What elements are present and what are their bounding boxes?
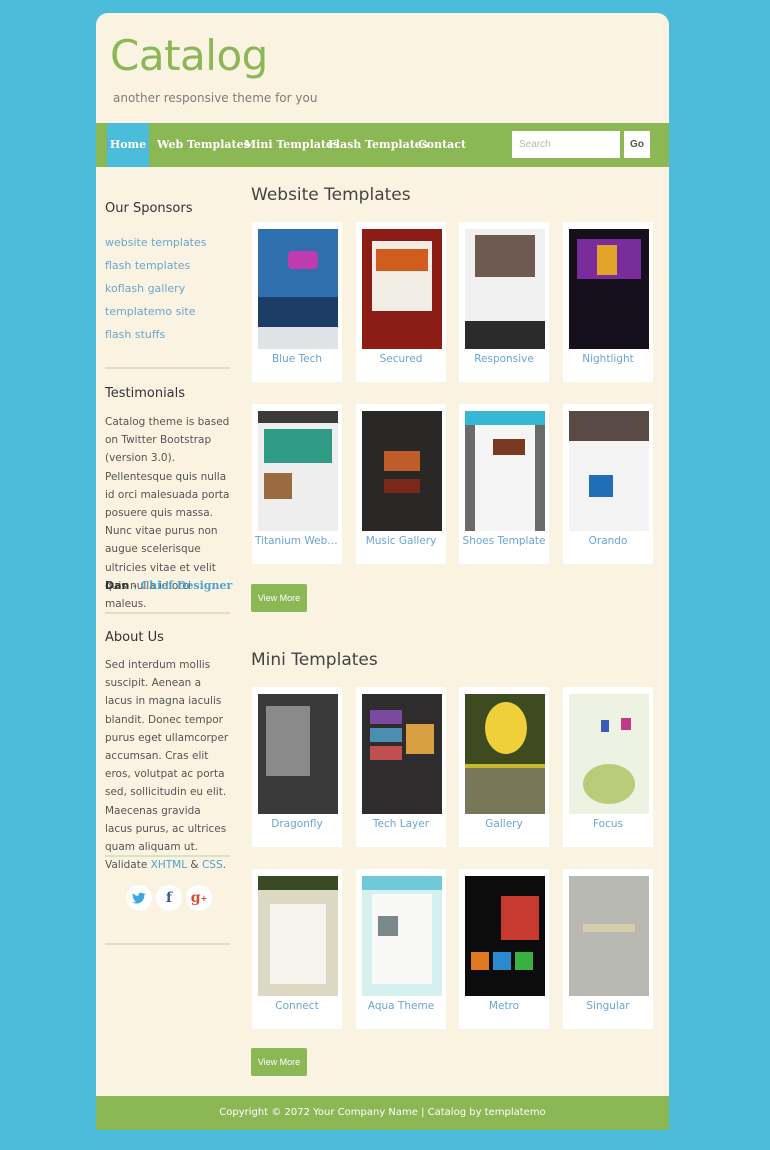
template-card[interactable]: Responsive (459, 222, 549, 382)
template-card[interactable]: Orando (563, 404, 653, 564)
template-thumbnail (465, 694, 545, 814)
xhtml-link[interactable]: XHTML (151, 859, 187, 871)
template-name[interactable]: Titanium Web Te... (252, 535, 342, 547)
nav-flash-templates[interactable]: Flash Templates (328, 123, 428, 167)
template-thumbnail (569, 876, 649, 996)
template-thumbnail (569, 229, 649, 349)
template-name[interactable]: Metro (459, 1000, 549, 1012)
page-container: Catalog another responsive theme for you… (96, 13, 669, 1130)
twitter-icon[interactable] (126, 885, 152, 911)
testimonial-role: Chief Designer (140, 579, 233, 592)
css-link[interactable]: CSS (202, 859, 223, 871)
search-input[interactable] (512, 131, 620, 158)
testimonial-author: Dan (105, 579, 130, 592)
sponsor-link[interactable]: flash stuffs (105, 328, 165, 341)
nav-mini-templates[interactable]: Mini Templates (244, 123, 339, 167)
template-card[interactable]: Tech Layer (356, 687, 446, 847)
template-thumbnail (258, 694, 338, 814)
credit-separator: - (129, 579, 141, 592)
sidebar-divider (105, 367, 230, 369)
template-name[interactable]: Dragonfly (252, 818, 342, 830)
template-thumbnail (258, 229, 338, 349)
template-card[interactable]: Connect (252, 869, 342, 1029)
template-card[interactable]: Gallery (459, 687, 549, 847)
template-thumbnail (465, 411, 545, 531)
template-name[interactable]: Singular (563, 1000, 653, 1012)
template-name[interactable]: Aqua Theme (356, 1000, 446, 1012)
template-card[interactable]: Nightlight (563, 222, 653, 382)
sponsor-link[interactable]: flash templates (105, 259, 190, 272)
template-name[interactable]: Music Gallery (356, 535, 446, 547)
template-card[interactable]: Focus (563, 687, 653, 847)
template-thumbnail (465, 229, 545, 349)
template-name[interactable]: Secured (356, 353, 446, 365)
nav-contact[interactable]: Contact (418, 123, 466, 167)
template-name[interactable]: Shoes Template (459, 535, 549, 547)
template-card[interactable]: Metro (459, 869, 549, 1029)
template-card[interactable]: Secured (356, 222, 446, 382)
website-templates-heading: Website Templates (251, 185, 411, 205)
nav-home[interactable]: Home (107, 123, 149, 167)
testimonial-credit: Dan - Chief Designer (105, 579, 232, 592)
search-button[interactable]: Go (624, 131, 650, 158)
template-card[interactable]: Titanium Web Te... (252, 404, 342, 564)
about-end: . (222, 859, 226, 872)
template-thumbnail (362, 411, 442, 531)
template-card[interactable]: Blue Tech (252, 222, 342, 382)
about-body: Sed interdum mollis suscipit. Aenean a l… (105, 659, 229, 872)
about-text: Sed interdum mollis suscipit. Aenean a l… (105, 656, 230, 874)
site-footer: Copyright © 2072 Your Company Name | Cat… (96, 1096, 669, 1130)
template-thumbnail (258, 411, 338, 531)
template-card[interactable]: Singular (563, 869, 653, 1029)
template-thumbnail (362, 694, 442, 814)
view-more-button[interactable]: View More (251, 584, 307, 612)
template-name[interactable]: Nightlight (563, 353, 653, 365)
site-title[interactable]: Catalog (110, 31, 268, 81)
template-thumbnail (362, 229, 442, 349)
sponsors-heading: Our Sponsors (105, 201, 193, 216)
google-plus-icon[interactable]: g+ (186, 885, 212, 911)
about-amp: & (187, 859, 202, 872)
template-thumbnail (569, 411, 649, 531)
site-tagline: another responsive theme for you (113, 91, 318, 105)
mini-templates-heading: Mini Templates (251, 650, 378, 670)
sponsor-link[interactable]: website templates (105, 236, 207, 249)
view-more-button[interactable]: View More (251, 1048, 307, 1076)
template-name[interactable]: Gallery (459, 818, 549, 830)
nav-web-templates[interactable]: Web Templates (157, 123, 250, 167)
testimonials-heading: Testimonials (105, 386, 186, 401)
template-card[interactable]: Music Gallery (356, 404, 446, 564)
sidebar-divider (105, 855, 230, 857)
template-name[interactable]: Focus (563, 818, 653, 830)
template-card[interactable]: Aqua Theme (356, 869, 446, 1029)
template-name[interactable]: Blue Tech (252, 353, 342, 365)
template-thumbnail (569, 694, 649, 814)
template-name[interactable]: Tech Layer (356, 818, 446, 830)
template-thumbnail (258, 876, 338, 996)
template-card[interactable]: Shoes Template (459, 404, 549, 564)
sidebar-divider (105, 612, 230, 614)
facebook-icon[interactable]: f (156, 885, 182, 911)
template-name[interactable]: Responsive (459, 353, 549, 365)
about-heading: About Us (105, 630, 164, 645)
sidebar-divider (105, 943, 230, 945)
template-name[interactable]: Orando (563, 535, 653, 547)
template-name[interactable]: Connect (252, 1000, 342, 1012)
template-thumbnail (362, 876, 442, 996)
sponsor-link[interactable]: koflash gallery (105, 282, 185, 295)
sponsor-link[interactable]: templatemo site (105, 305, 195, 318)
template-thumbnail (465, 876, 545, 996)
template-card[interactable]: Dragonfly (252, 687, 342, 847)
